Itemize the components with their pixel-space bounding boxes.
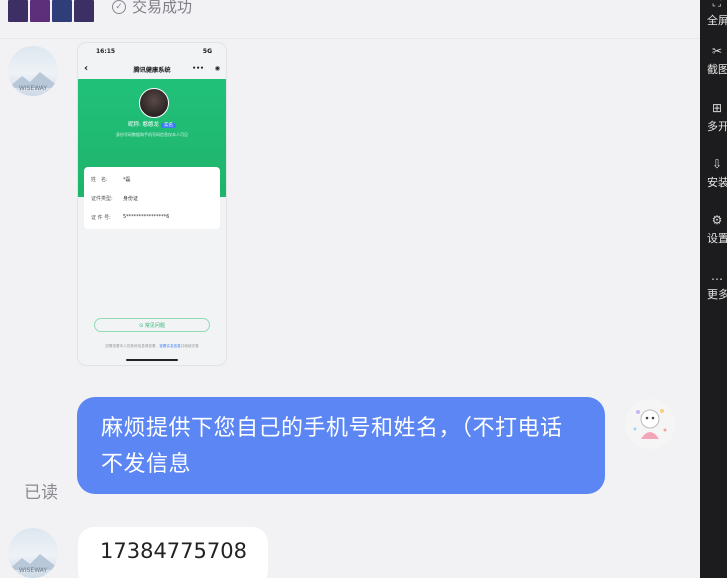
cartoon-avatar-icon: [625, 399, 675, 449]
outgoing-message-bubble[interactable]: 麻烦提供下您自己的手机号和姓名，（不打电话 不发信息: [77, 397, 605, 494]
phone-status-bar: 16:15 5G: [78, 48, 226, 60]
info-key: 证 件 号:: [91, 215, 111, 221]
message-text-line: 不发信息: [101, 452, 192, 477]
info-key: 姓 名:: [91, 177, 108, 183]
phone-signal: 5G: [202, 48, 212, 55]
image-message[interactable]: 16:15 5G ‹ 腾讯健康系统 ••• ◉ 昵称: 憨憨龙 实名 身份号码数据…: [78, 43, 226, 365]
order-thumbnail[interactable]: [8, 0, 94, 22]
previous-message-strip: ✓ 交易成功: [0, 0, 700, 39]
fullscreen-icon: ⛶: [712, 0, 722, 9]
transaction-status-text: 交易成功: [132, 0, 193, 16]
phone-nav-bar: ‹ 腾讯健康系统 ••• ◉: [78, 63, 226, 79]
scissors-icon: ✂: [711, 44, 723, 58]
toolbar-more[interactable]: … 更多: [700, 269, 727, 309]
contact-avatar[interactable]: WISEWAY: [8, 528, 58, 578]
side-toolbar: ⛶ 全屏 ✂ 截图 ⊞ 多开 ⇩ 安装 ⚙ 设置 … 更多: [700, 0, 727, 578]
message-text-line: 麻烦提供下您自己的手机号和姓名，（不打电话: [101, 416, 563, 441]
toolbar-screenshot[interactable]: ✂ 截图: [700, 44, 727, 84]
settings-icon: ⚙: [711, 213, 723, 227]
avatar-brand: WISEWAY: [18, 85, 48, 92]
toolbar-settings[interactable]: ⚙ 设置: [700, 213, 727, 253]
faq-button: ⊙ 常见问题: [94, 318, 210, 332]
message-text: 17384775708: [100, 539, 247, 563]
incoming-message-bubble[interactable]: 17384775708: [78, 527, 268, 578]
info-value: 身份证: [123, 196, 139, 202]
toolbar-label: 全屏: [707, 14, 727, 27]
thumbnail-tile: [52, 0, 72, 22]
profile-avatar: [139, 88, 169, 118]
thumbnail-tile: [30, 0, 50, 22]
toolbar-label: 更多: [707, 288, 727, 301]
avatar-brand: WISEWAY: [18, 567, 48, 574]
info-row: 姓 名: *磊: [91, 176, 131, 183]
home-indicator: [126, 359, 178, 361]
identity-info-card: 姓 名: *磊 证件类型: 身份证 证 件 号: 5**************…: [84, 167, 220, 229]
transaction-status: ✓ 交易成功: [112, 0, 192, 17]
toolbar-fullscreen[interactable]: ⛶ 全屏: [700, 0, 727, 35]
footer-link: 查看实名信息: [159, 344, 181, 348]
toolbar-multi-open[interactable]: ⊞ 多开: [700, 101, 727, 141]
chat-area: ✓ 交易成功 WISEWAY 16:15 5G ‹ 腾讯健康系统 ••• ◉ 昵…: [0, 0, 700, 578]
my-avatar[interactable]: [625, 399, 675, 449]
profile-name: 昵称: 憨憨龙: [127, 122, 160, 128]
profile-subtitle: 身份号码数据和手机号码信息仅本人可见: [116, 132, 188, 137]
profile-badge: 实名: [161, 123, 177, 128]
toolbar-label: 安装: [707, 176, 727, 189]
phone-footer: 如需查看本人的其他信息请查看，查看实名信息并继续完善: [78, 344, 226, 349]
multi-open-icon: ⊞: [711, 101, 723, 115]
toolbar-label: 截图: [707, 63, 727, 76]
info-value: 5****************6: [123, 214, 170, 220]
phone-time: 16:15: [96, 48, 116, 55]
footer-tail: 并继续完善: [180, 344, 199, 348]
install-icon: ⇩: [711, 157, 723, 171]
check-circle-icon: ✓: [112, 0, 126, 14]
toolbar-label: 多开: [707, 120, 727, 133]
toolbar-install[interactable]: ⇩ 安装: [700, 157, 727, 197]
info-key: 证件类型:: [91, 196, 113, 202]
thumbnail-tile: [8, 0, 28, 22]
info-value: *磊: [123, 177, 131, 183]
profile-name-line: 昵称: 憨憨龙 实名: [78, 120, 226, 128]
info-row: 证 件 号: 5****************6: [91, 214, 169, 221]
thumbnail-tile: [74, 0, 94, 22]
target-icon: ◉: [214, 65, 220, 72]
contact-avatar[interactable]: WISEWAY: [8, 46, 58, 96]
read-status: 已读: [24, 483, 58, 503]
more-icon: …: [711, 269, 723, 283]
phone-more: •••: [192, 65, 204, 72]
info-row: 证件类型: 身份证: [91, 195, 138, 202]
toolbar-label: 设置: [707, 232, 727, 245]
footer-text: 如需查看本人的其他信息请查看，: [105, 344, 160, 348]
